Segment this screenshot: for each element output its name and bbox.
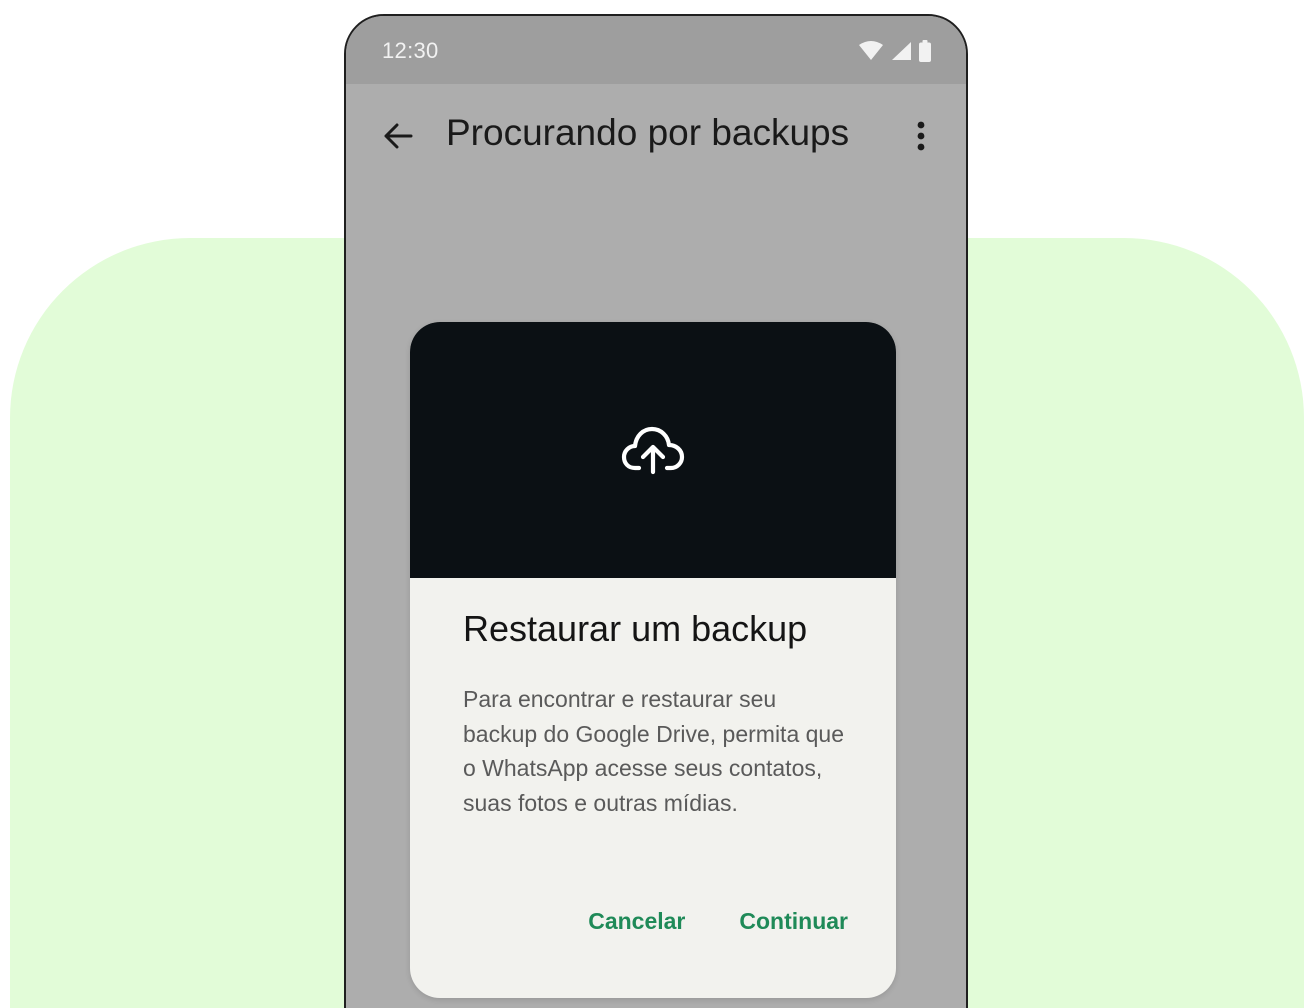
status-time: 12:30 [382,38,439,63]
status-icons [858,40,932,62]
dialog-message: Para encontrar e restaurar seu backup do… [463,686,844,816]
restore-backup-dialog: Restaurar um backup Para encontrar e res… [410,322,896,998]
wifi-icon [859,41,883,60]
cloud-upload-icon [621,426,685,475]
more-options-button[interactable] [906,116,936,156]
arrow-left-icon [384,123,413,149]
dialog-body: Restaurar um backup Para encontrar e res… [410,578,896,998]
dialog-actions: Cancelar Continuar [588,908,848,935]
battery-icon [919,40,931,62]
phone-frame: 12:30 Procurando por backups Restaurar u… [344,14,968,1008]
status-bar: 12:30 [346,16,966,84]
back-button[interactable] [378,116,418,156]
cell-signal-icon [892,42,911,60]
dialog-title: Restaurar um backup [463,608,808,649]
cancel-button[interactable]: Cancelar [588,908,685,935]
app-bar: Procurando por backups [346,84,966,194]
stage: 12:30 Procurando por backups Restaurar u… [0,0,1304,1008]
page-title: Procurando por backups [446,112,850,153]
continue-button[interactable]: Continuar [739,908,848,935]
dialog-hero [410,322,896,578]
more-vert-icon [917,121,925,151]
